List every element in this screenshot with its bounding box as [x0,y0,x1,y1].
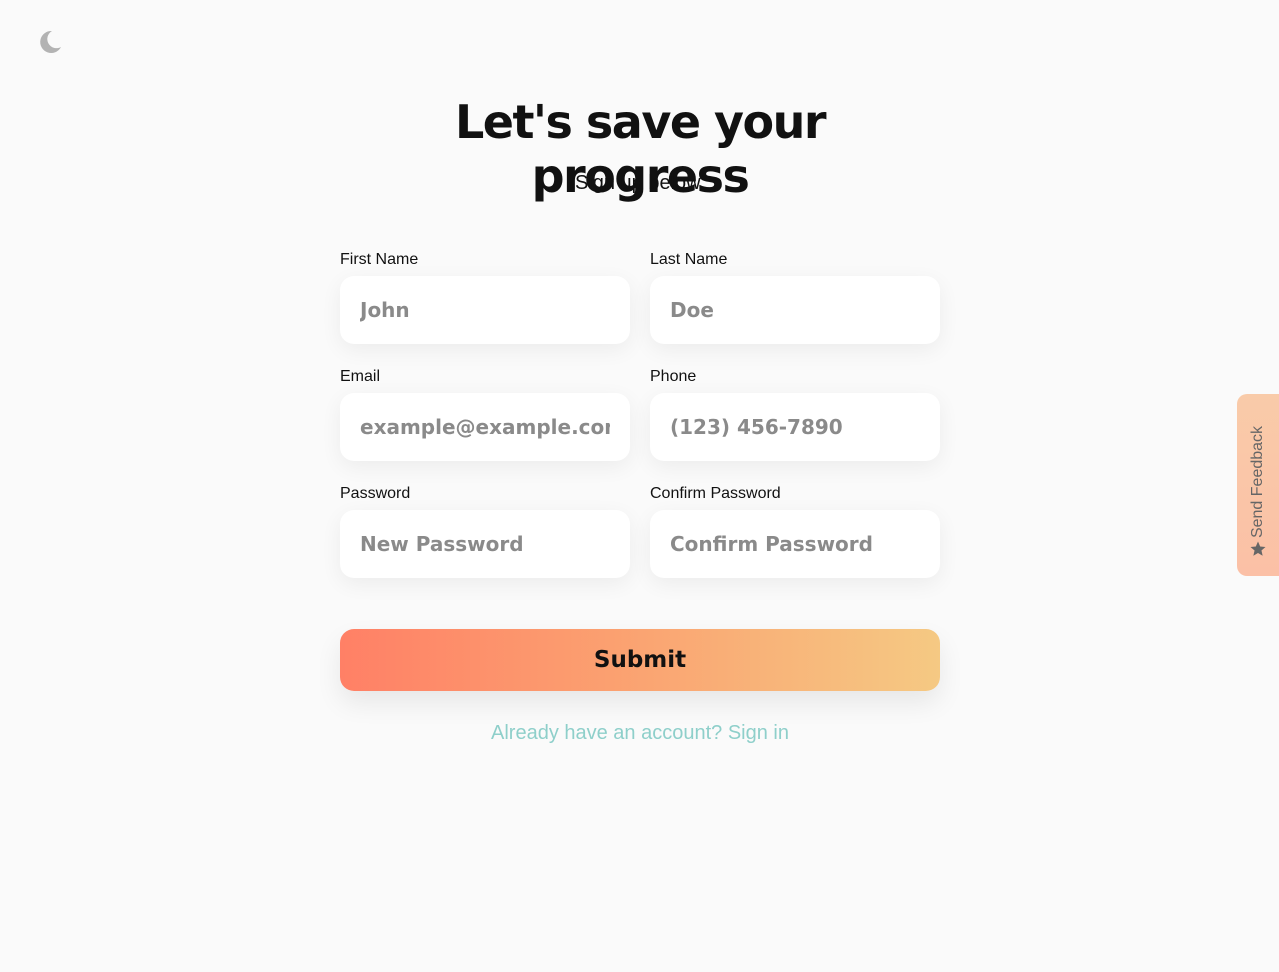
phone-field-group: Phone [650,367,940,461]
confirm-password-label: Confirm Password [650,485,781,502]
phone-label: Phone [650,368,697,385]
first-name-field-group: First Name [340,250,630,344]
submit-button[interactable]: Submit [340,629,940,691]
first-name-input[interactable] [340,276,630,344]
email-field-group: Email [340,367,630,461]
password-label: Password [340,485,411,502]
confirm-password-field-group: Confirm Password [650,484,940,578]
phone-input[interactable] [650,393,940,461]
first-name-label: First Name [340,251,419,268]
last-name-field-group: Last Name [650,250,940,344]
confirm-password-input[interactable] [650,510,940,578]
last-name-input[interactable] [650,276,940,344]
moon-icon [40,30,61,53]
star-icon [1250,541,1266,556]
email-label: Email [340,368,381,385]
send-feedback-tab[interactable]: Send Feedback [1237,394,1279,576]
password-input[interactable] [340,510,630,578]
email-input[interactable] [340,393,630,461]
theme-toggle-button[interactable] [36,28,64,56]
password-field-group: Password [340,484,630,578]
sign-in-link[interactable]: Already have an account? Sign in [340,722,940,745]
send-feedback-label: Send Feedback [1249,425,1266,539]
last-name-label: Last Name [650,251,728,268]
page-subtitle: Sign up below. [574,172,706,194]
